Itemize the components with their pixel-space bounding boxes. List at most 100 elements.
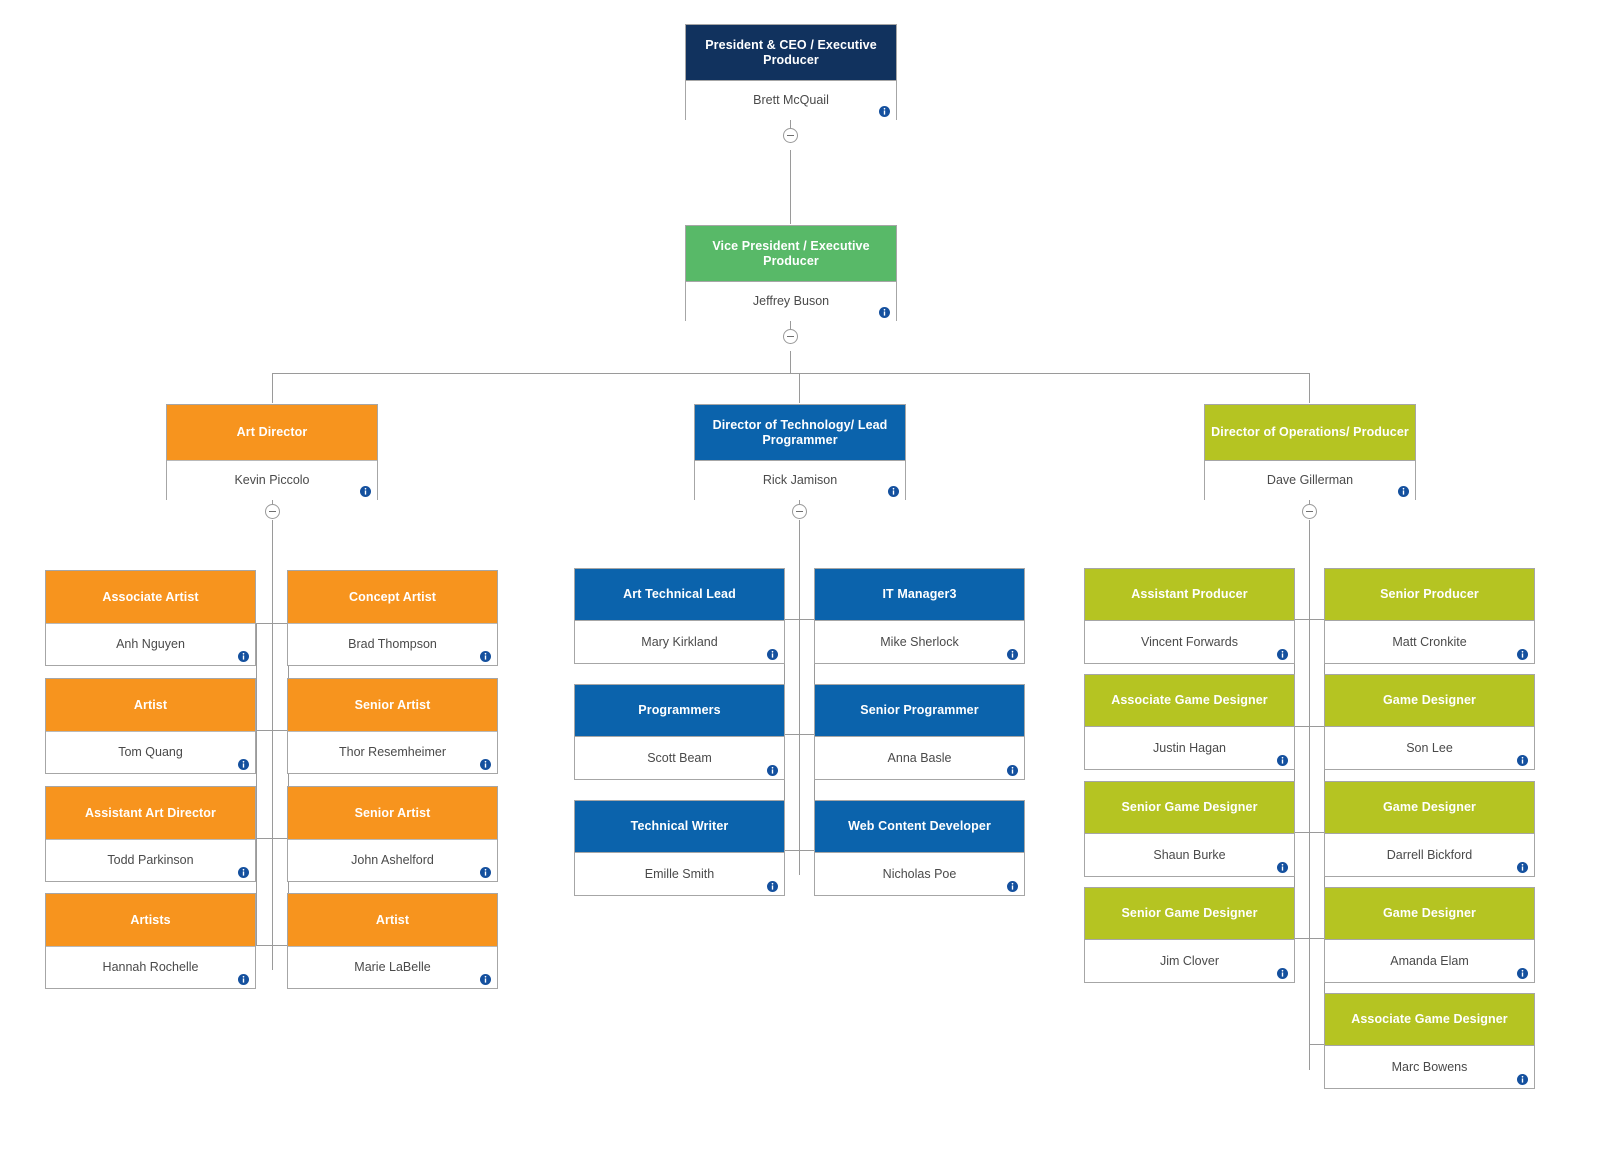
collapse-toggle-vp[interactable] bbox=[783, 329, 798, 344]
node-title: President & CEO / Executive Producer bbox=[686, 25, 896, 80]
node-vice-president[interactable]: Vice President / Executive Producer Jeff… bbox=[685, 225, 897, 321]
connector-bus-to-art bbox=[272, 373, 273, 403]
collapse-toggle-ceo[interactable] bbox=[783, 128, 798, 143]
node-senior-game-designer-shaun[interactable]: Senior Game Designer Shaun Burke bbox=[1084, 781, 1295, 877]
node-person-name: Vincent Forwards bbox=[1140, 634, 1239, 649]
node-senior-producer[interactable]: Senior Producer Matt Cronkite bbox=[1324, 568, 1535, 664]
node-concept-artist[interactable]: Concept Artist Brad Thompson bbox=[287, 570, 498, 666]
info-icon[interactable] bbox=[1517, 649, 1528, 660]
connector-art-right-3 bbox=[272, 838, 288, 839]
connector-vp-to-bus bbox=[790, 351, 791, 373]
node-title: Game Designer bbox=[1325, 888, 1534, 939]
connector-ops-left-2 bbox=[1294, 726, 1309, 727]
node-senior-game-designer-jim[interactable]: Senior Game Designer Jim Clover bbox=[1084, 887, 1295, 983]
info-icon[interactable] bbox=[480, 759, 491, 770]
node-president-ceo[interactable]: President & CEO / Executive Producer Bre… bbox=[685, 24, 897, 120]
node-person-name: Jim Clover bbox=[1159, 953, 1220, 968]
info-icon[interactable] bbox=[1277, 968, 1288, 979]
info-icon[interactable] bbox=[480, 651, 491, 662]
node-assistant-art-director[interactable]: Assistant Art Director Todd Parkinson bbox=[45, 786, 256, 882]
info-icon[interactable] bbox=[767, 881, 778, 892]
node-person-name: Mike Sherlock bbox=[880, 634, 959, 649]
connector-art-right-4 bbox=[272, 945, 288, 946]
info-icon[interactable] bbox=[1517, 968, 1528, 979]
info-icon[interactable] bbox=[1277, 649, 1288, 660]
info-icon[interactable] bbox=[1277, 862, 1288, 873]
node-art-director[interactable]: Art Director Kevin Piccolo bbox=[166, 404, 378, 500]
info-icon[interactable] bbox=[238, 974, 249, 985]
info-icon[interactable] bbox=[1007, 649, 1018, 660]
info-icon[interactable] bbox=[238, 651, 249, 662]
node-game-designer-amanda[interactable]: Game Designer Amanda Elam bbox=[1324, 887, 1535, 983]
info-icon[interactable] bbox=[1007, 765, 1018, 776]
node-body: Marie LaBelle bbox=[288, 946, 497, 988]
node-title: Senior Producer bbox=[1325, 569, 1534, 620]
info-icon[interactable] bbox=[767, 765, 778, 776]
node-game-designer-darrell[interactable]: Game Designer Darrell Bickford bbox=[1324, 781, 1535, 877]
node-associate-game-designer-marc[interactable]: Associate Game Designer Marc Bowens bbox=[1324, 993, 1535, 1089]
node-body: Scott Beam bbox=[575, 736, 784, 779]
node-director-technology[interactable]: Director of Technology/ Lead Programmer … bbox=[694, 404, 906, 500]
connector-art-left-3 bbox=[256, 838, 272, 839]
info-icon[interactable] bbox=[1277, 755, 1288, 766]
node-artist-marie-labelle[interactable]: Artist Marie LaBelle bbox=[287, 893, 498, 989]
connector-tech-left-3 bbox=[784, 850, 799, 851]
node-senior-artist-thor[interactable]: Senior Artist Thor Resemheimer bbox=[287, 678, 498, 774]
connector-art-right-1 bbox=[272, 623, 288, 624]
node-senior-artist-john[interactable]: Senior Artist John Ashelford bbox=[287, 786, 498, 882]
node-body: John Ashelford bbox=[288, 839, 497, 881]
info-icon[interactable] bbox=[1517, 1074, 1528, 1085]
node-senior-programmer[interactable]: Senior Programmer Anna Basle bbox=[814, 684, 1025, 780]
node-person-name: Dave Gillerman bbox=[1266, 473, 1354, 487]
node-body: Anh Nguyen bbox=[46, 623, 255, 665]
info-icon[interactable] bbox=[238, 759, 249, 770]
node-technical-writer[interactable]: Technical Writer Emille Smith bbox=[574, 800, 785, 896]
node-title: Senior Game Designer bbox=[1085, 888, 1294, 939]
connector-ops-right-1 bbox=[1309, 619, 1324, 620]
info-icon[interactable] bbox=[767, 649, 778, 660]
connector-ops-right-2 bbox=[1309, 726, 1324, 727]
node-person-name: Hannah Rochelle bbox=[102, 960, 199, 974]
info-icon[interactable] bbox=[238, 867, 249, 878]
node-title: Game Designer bbox=[1325, 782, 1534, 833]
node-person-name: Brad Thompson bbox=[348, 637, 437, 651]
connector-art-spine bbox=[272, 520, 273, 970]
node-person-name: Mary Kirkland bbox=[641, 634, 718, 649]
info-icon[interactable] bbox=[1517, 862, 1528, 873]
info-icon[interactable] bbox=[879, 307, 890, 318]
node-associate-artist[interactable]: Associate Artist Anh Nguyen bbox=[45, 570, 256, 666]
info-icon[interactable] bbox=[480, 974, 491, 985]
node-programmers[interactable]: Programmers Scott Beam bbox=[574, 684, 785, 780]
node-art-technical-lead[interactable]: Art Technical Lead Mary Kirkland bbox=[574, 568, 785, 664]
info-icon[interactable] bbox=[1007, 881, 1018, 892]
node-title: Senior Game Designer bbox=[1085, 782, 1294, 833]
node-artists-hannah-rochelle[interactable]: Artists Hannah Rochelle bbox=[45, 893, 256, 989]
node-title: Web Content Developer bbox=[815, 801, 1024, 852]
node-title: Senior Artist bbox=[288, 679, 497, 731]
node-associate-game-designer-justin[interactable]: Associate Game Designer Justin Hagan bbox=[1084, 674, 1295, 770]
connector-art-left-rail bbox=[256, 623, 257, 945]
info-icon[interactable] bbox=[879, 106, 890, 117]
collapse-toggle-art-director[interactable] bbox=[265, 504, 280, 519]
node-body: Amanda Elam bbox=[1325, 939, 1534, 982]
info-icon[interactable] bbox=[480, 867, 491, 878]
node-director-operations[interactable]: Director of Operations/ Producer Dave Gi… bbox=[1204, 404, 1416, 500]
connector-ops-left-1 bbox=[1294, 619, 1309, 620]
node-title: Art Director bbox=[167, 405, 377, 460]
collapse-toggle-ops-director[interactable] bbox=[1302, 504, 1317, 519]
collapse-toggle-tech-director[interactable] bbox=[792, 504, 807, 519]
node-game-designer-son-lee[interactable]: Game Designer Son Lee bbox=[1324, 674, 1535, 770]
info-icon[interactable] bbox=[360, 486, 371, 497]
node-assistant-producer[interactable]: Assistant Producer Vincent Forwards bbox=[1084, 568, 1295, 664]
node-body: Marc Bowens bbox=[1325, 1045, 1534, 1088]
node-web-content-developer[interactable]: Web Content Developer Nicholas Poe bbox=[814, 800, 1025, 896]
info-icon[interactable] bbox=[888, 486, 899, 497]
node-it-manager3[interactable]: IT Manager3 Mike Sherlock bbox=[814, 568, 1025, 664]
node-title: Assistant Art Director bbox=[46, 787, 255, 839]
info-icon[interactable] bbox=[1398, 486, 1409, 497]
node-artist-tom-quang[interactable]: Artist Tom Quang bbox=[45, 678, 256, 774]
node-body: Tom Quang bbox=[46, 731, 255, 773]
info-icon[interactable] bbox=[1517, 755, 1528, 766]
node-person-name: Matt Cronkite bbox=[1392, 634, 1467, 649]
node-title: Technical Writer bbox=[575, 801, 784, 852]
